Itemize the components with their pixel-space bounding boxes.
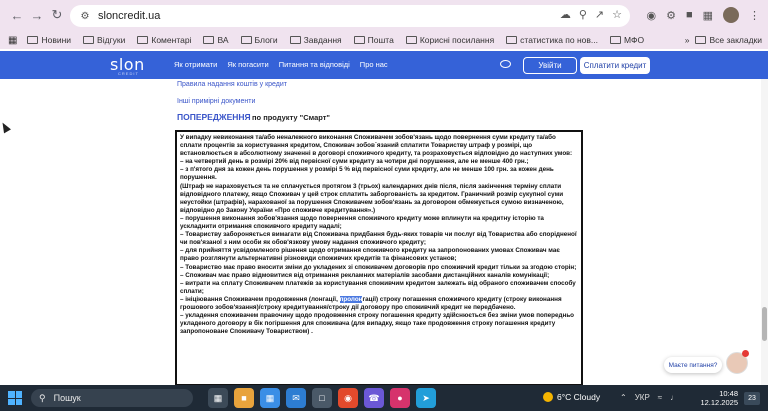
- link-credit-rules[interactable]: Правила надання коштів у кредит: [177, 81, 287, 88]
- warning-box: У випадку невиконання та/або неналежного…: [175, 130, 583, 386]
- weather-widget[interactable]: 6°C Cloudy: [543, 392, 600, 402]
- store-icon[interactable]: ▦: [260, 388, 280, 408]
- share-icon[interactable]: ↗: [595, 8, 604, 21]
- file-explorer-icon[interactable]: ■: [234, 388, 254, 408]
- warning-paragraph: У випадку невиконання та/або неналежного…: [180, 134, 573, 158]
- profile-avatar[interactable]: [723, 7, 739, 23]
- chat-notification-badge: [742, 350, 749, 357]
- language-indicator[interactable]: УКР: [635, 393, 650, 402]
- url-text[interactable]: sloncredit.ua: [98, 10, 160, 22]
- menu-item-how-to-repay[interactable]: Як погасити: [227, 60, 268, 69]
- camera-icon[interactable]: ◉: [646, 9, 656, 22]
- menu-item-how-to-get[interactable]: Як отримати: [174, 60, 217, 69]
- folder-icon: [203, 36, 215, 44]
- bookmark-item[interactable]: Новини: [27, 35, 71, 45]
- folder-icon: [27, 36, 39, 44]
- mail-icon[interactable]: ✉: [286, 388, 306, 408]
- warning-paragraph: – витрати на сплату Споживачем платежів …: [180, 279, 576, 295]
- chrome-icon[interactable]: ◉: [338, 388, 358, 408]
- browser-toolbar: ← → ↻ ⚙ sloncredit.ua ☁ ⚲ ↗ ☆ ◉ ⚙ ■ ▦ ⋮: [0, 0, 768, 31]
- bookmark-item[interactable]: Корисні посилання: [405, 35, 494, 45]
- folder-icon: [137, 36, 149, 44]
- warning-subtitle: по продукту "Смарт": [252, 113, 330, 122]
- bookmark-item[interactable]: Відгуки: [83, 35, 125, 45]
- all-bookmarks[interactable]: Все закладки: [695, 35, 762, 45]
- warning-paragraph: – для прийняття усвідомленого рішення що…: [180, 247, 560, 263]
- warning-paragraph: – з п'ятого дня за кожен день порушення …: [180, 166, 554, 182]
- chevron-right-icon[interactable]: »: [685, 35, 690, 45]
- system-tray: ⌃ УКР ≈ ♩: [620, 393, 678, 402]
- back-icon[interactable]: ←: [6, 4, 28, 26]
- folder-icon: [240, 36, 252, 44]
- folder-icon: [405, 36, 417, 44]
- folder-icon: [610, 36, 621, 44]
- folder-icon: [289, 36, 301, 44]
- bookmark-item[interactable]: Блоги: [240, 35, 278, 45]
- task-view-icon[interactable]: ▦: [208, 388, 228, 408]
- warning-paragraph: – порушення виконання зобов'язання щодо …: [180, 214, 544, 231]
- reload-icon[interactable]: ↻: [46, 4, 68, 26]
- site-info-icon[interactable]: ⚙: [78, 9, 92, 23]
- puzzle-icon[interactable]: ▦: [703, 9, 713, 22]
- wifi-icon[interactable]: ≈: [658, 393, 662, 402]
- folder-icon: [83, 36, 95, 44]
- warning-paragraph: – Споживач має право відмовитися від отр…: [180, 271, 550, 279]
- extensions-icon[interactable]: ■: [686, 9, 693, 21]
- apps-grid-icon[interactable]: ▦: [8, 35, 17, 46]
- selected-text[interactable]: пролон: [339, 295, 363, 303]
- bookmark-item[interactable]: Коментарі: [137, 35, 191, 45]
- warning-paragraph: – укладення споживачем правочину щодо пр…: [180, 312, 575, 336]
- chevron-up-icon[interactable]: ⌃: [620, 393, 627, 402]
- taskbar-search-label: Пошук: [53, 393, 81, 403]
- folder-icon: [353, 36, 365, 44]
- notifications-badge[interactable]: 23: [744, 392, 760, 405]
- app-icon[interactable]: □: [312, 388, 332, 408]
- scrollbar-thumb[interactable]: [762, 307, 767, 341]
- warning-paragraph: (Штраф не нараховується та не сплачуєтьс…: [180, 182, 564, 214]
- menu-item-about[interactable]: Про нас: [360, 60, 388, 69]
- site-header: slon CREDIT Як отримати Як погасити Пита…: [0, 51, 768, 79]
- app-icon[interactable]: ●: [390, 388, 410, 408]
- more-menu-icon[interactable]: ⋮: [749, 9, 760, 22]
- bookmark-item[interactable]: Пошта: [353, 35, 394, 45]
- address-bar[interactable]: ⚙ sloncredit.ua ☁ ⚲ ↗ ☆: [70, 5, 630, 27]
- warning-paragraph: – Товариство має право вносити зміни до …: [180, 263, 577, 271]
- gear-icon[interactable]: ⚙: [666, 9, 676, 22]
- bookmarks-bar: ▦ Новини Відгуки Коментарі ВА Блоги Завд…: [0, 31, 768, 49]
- forward-icon[interactable]: →: [26, 4, 48, 26]
- page-content: Правила надання коштів у кредит Інші при…: [0, 79, 768, 386]
- bookmark-star-icon[interactable]: ☆: [612, 8, 622, 21]
- folder-icon: [695, 36, 707, 44]
- chat-question-button[interactable]: Маєте питання?: [664, 357, 722, 373]
- weather-cloud-sun-icon: [543, 392, 553, 402]
- link-other-documents[interactable]: Інші примірні документи: [177, 98, 255, 105]
- bookmark-item[interactable]: статистика по нов...: [506, 35, 598, 45]
- main-menu: Як отримати Як погасити Питання та відпо…: [174, 60, 388, 69]
- search-icon: ⚲: [39, 392, 46, 403]
- warning-title: ПОПЕРЕДЖЕННЯ: [177, 112, 251, 122]
- menu-item-faq[interactable]: Питання та відповіді: [279, 60, 350, 69]
- bookmark-item[interactable]: ВА: [203, 35, 229, 45]
- folder-icon: [506, 36, 518, 44]
- volume-icon[interactable]: ♩: [670, 393, 678, 402]
- warning-paragraph: – Товариству забороняється вимагати від …: [180, 231, 577, 247]
- pay-credit-button[interactable]: Сплатити кредит: [580, 57, 650, 74]
- bookmark-item[interactable]: МФО: [610, 35, 644, 45]
- start-menu-icon[interactable]: [8, 391, 22, 405]
- site-logo-sub: CREDIT: [118, 71, 139, 76]
- accessibility-eye-icon[interactable]: [500, 60, 511, 68]
- windows-taskbar: ⚲ Пошук ▦ ■ ▦ ✉ □ ◉ ☎ ● ➤ 6°C Cloudy ⌃ У…: [0, 385, 768, 411]
- telegram-icon[interactable]: ➤: [416, 388, 436, 408]
- bookmark-item[interactable]: Завдання: [289, 35, 342, 45]
- login-button[interactable]: Увійти: [523, 57, 577, 74]
- viber-icon[interactable]: ☎: [364, 388, 384, 408]
- taskbar-search[interactable]: ⚲ Пошук: [31, 389, 193, 407]
- zoom-icon[interactable]: ⚲: [579, 8, 587, 21]
- translate-icon[interactable]: ☁: [560, 8, 571, 21]
- warning-paragraph-prolongation: – ініціювання Споживачем продовження (ло…: [180, 295, 562, 311]
- clock[interactable]: 10:48 12.12.2025: [698, 389, 738, 407]
